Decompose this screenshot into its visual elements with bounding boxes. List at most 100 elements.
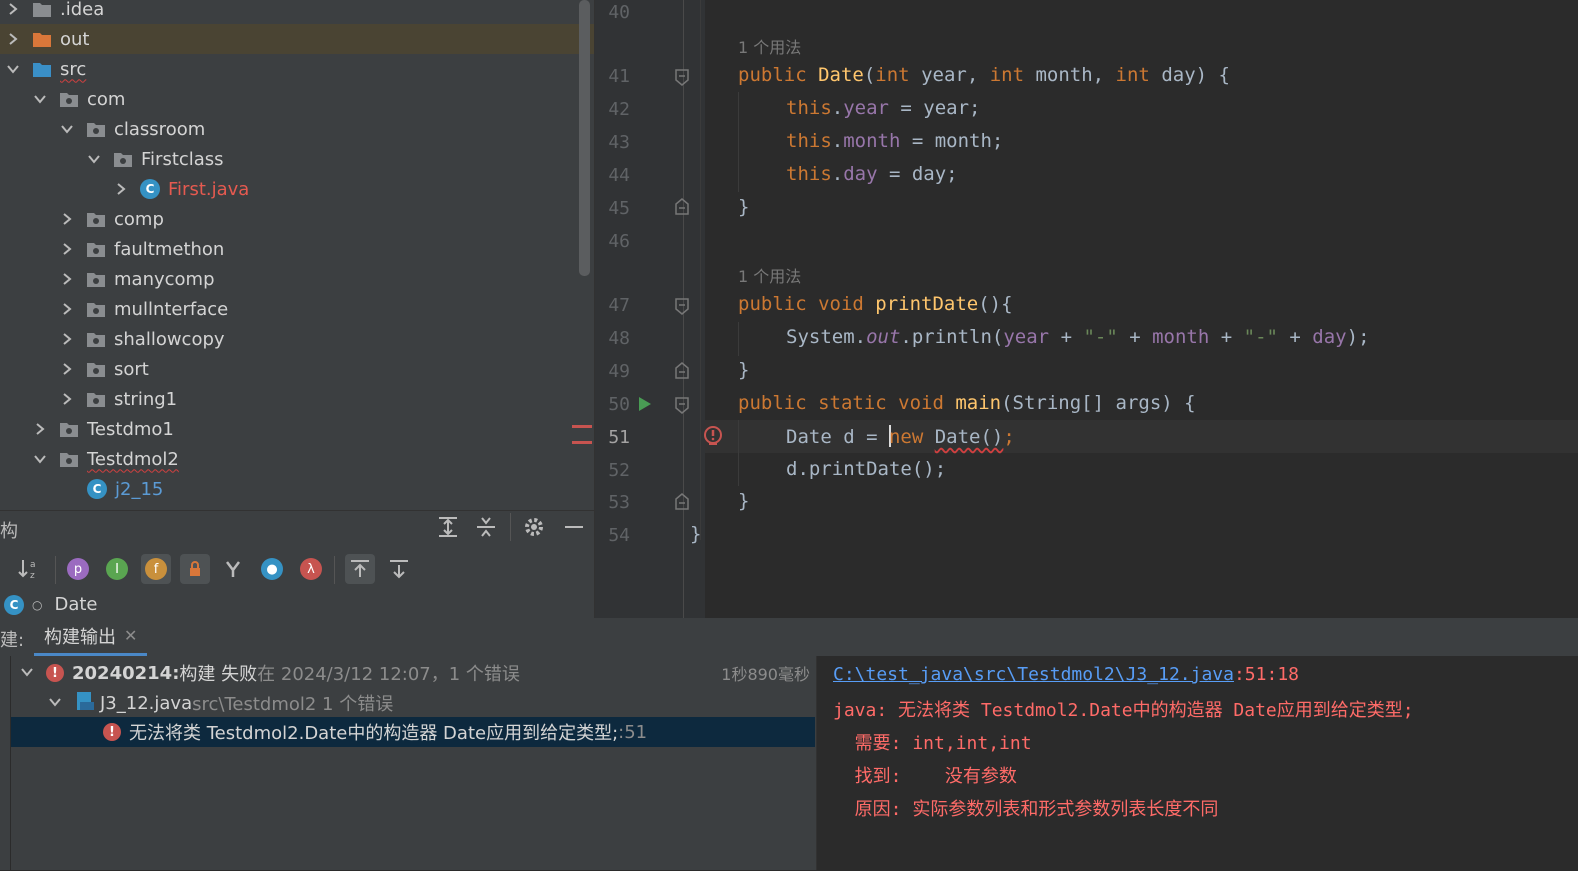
tree-item-j2-15[interactable]: C j2_15: [0, 474, 594, 504]
build-tree: ! 20240214: 构建 失败 在 2024/3/12 12:07，1 个错…: [0, 656, 816, 870]
chevron-right-icon[interactable]: [33, 422, 47, 436]
build-error-row[interactable]: ! 无法将类 Testdmol2.Date中的构造器 Date应用到给定类型; …: [11, 717, 815, 747]
chevron-down-icon[interactable]: [33, 92, 47, 106]
package-icon: [59, 90, 79, 108]
tree-item-src[interactable]: src: [0, 54, 594, 84]
build-tab-prefix: 建:: [0, 630, 25, 651]
chevron-right-icon[interactable]: [6, 2, 20, 16]
tree-item-string1[interactable]: string1: [0, 384, 594, 414]
fold-icon[interactable]: [674, 68, 690, 91]
chevron-right-icon[interactable]: [114, 182, 128, 196]
usage-hint[interactable]: 1 个用法: [738, 263, 801, 287]
fold-icon[interactable]: [674, 198, 690, 221]
show-non-public-icon[interactable]: [180, 554, 210, 584]
build-output-console[interactable]: C:\test_java\src\Testdmol2\J3_12.java:51…: [816, 656, 1578, 870]
class-icon: C: [140, 179, 160, 199]
tree-item-shallowcopy[interactable]: shallowcopy: [0, 324, 594, 354]
tree-item-label: Testdmol2: [87, 448, 179, 470]
folder-icon: [32, 30, 52, 48]
tree-item-classroom[interactable]: classroom: [0, 114, 594, 144]
lambda-icon[interactable]: λ: [296, 554, 326, 584]
line-number: 49: [608, 361, 630, 382]
line-number: 41: [608, 66, 630, 87]
chevron-right-icon[interactable]: [60, 302, 74, 316]
tree-item-idea[interactable]: .idea: [0, 0, 594, 24]
tree-item-label: sort: [114, 358, 149, 380]
show-fields-icon[interactable]: f: [141, 554, 171, 584]
visibility-icon: ○: [32, 597, 43, 612]
tree-item-mullnterface[interactable]: mullnterface: [0, 294, 594, 324]
close-icon[interactable]: ✕: [124, 626, 137, 645]
chevron-down-icon[interactable]: [60, 122, 74, 136]
build-root-row[interactable]: ! 20240214: 构建 失败 在 2024/3/12 12:07，1 个错…: [20, 658, 810, 688]
source-file-link[interactable]: C:\test_java\src\Testdmol2\J3_12.java: [833, 664, 1234, 685]
chevron-down-icon[interactable]: [33, 452, 47, 466]
indent-guide: [738, 92, 739, 192]
tree-item-sort[interactable]: sort: [0, 354, 594, 384]
chevron-right-icon[interactable]: [60, 392, 74, 406]
gear-icon[interactable]: [522, 515, 546, 544]
line-number: 50: [608, 394, 630, 415]
code-line-53: }: [738, 490, 750, 512]
tree-item-label: Firstclass: [141, 148, 224, 170]
tree-item-out[interactable]: out: [0, 24, 594, 54]
package-icon: [86, 330, 106, 348]
line-number: 40: [608, 2, 630, 23]
error-marker-icon[interactable]: [703, 426, 723, 453]
show-lambdas-icon[interactable]: ●: [257, 554, 287, 584]
class-icon: C: [87, 479, 107, 499]
error-stripe[interactable]: [572, 441, 592, 444]
tree-item-label: j2_15: [115, 478, 164, 500]
tree-item-testdmo1[interactable]: Testdmo1: [0, 414, 594, 444]
chevron-down-icon[interactable]: [20, 663, 34, 684]
indent-guide: [738, 420, 739, 486]
tab-build-output[interactable]: 构建输出 ✕: [34, 618, 148, 656]
tree-item-firstclass[interactable]: Firstclass: [0, 144, 594, 174]
show-inherited-icon[interactable]: I: [102, 554, 132, 584]
tree-item-faultmethon[interactable]: faultmethon: [0, 234, 594, 264]
package-icon: [59, 420, 79, 438]
minimize-icon[interactable]: [562, 515, 586, 544]
chevron-down-icon[interactable]: [48, 693, 62, 714]
toolbar-divider: [334, 556, 335, 584]
svg-text:z: z: [30, 571, 35, 581]
build-file-row[interactable]: J3_12.java src\Testdmol2 1 个错误: [48, 688, 393, 718]
tree-scrollbar[interactable]: [579, 0, 590, 276]
usage-hint[interactable]: 1 个用法: [738, 34, 801, 58]
tree-item-first-java[interactable]: C First.java: [0, 174, 594, 204]
build-id: 20240214:: [72, 662, 180, 684]
chevron-down-icon[interactable]: [87, 152, 101, 166]
chevron-right-icon[interactable]: [60, 332, 74, 346]
chevron-right-icon[interactable]: [60, 212, 74, 226]
collapse-all-icon[interactable]: [474, 515, 498, 544]
chevron-right-icon[interactable]: [6, 32, 20, 46]
autoscroll-from-source-icon[interactable]: [384, 554, 414, 584]
fold-icon[interactable]: [674, 297, 690, 320]
tree-item-manycomp[interactable]: manycomp: [0, 264, 594, 294]
svg-text:a: a: [30, 560, 36, 570]
chevron-right-icon[interactable]: [60, 272, 74, 286]
chevron-down-icon[interactable]: [6, 62, 20, 76]
fold-icon[interactable]: [674, 396, 690, 419]
tree-item-label: com: [87, 88, 126, 110]
chevron-right-icon[interactable]: [60, 242, 74, 256]
indent-guide: [700, 0, 701, 540]
tree-item-com[interactable]: com: [0, 84, 594, 114]
run-icon[interactable]: [637, 395, 653, 418]
structure-class-label: Date: [54, 594, 98, 615]
fold-icon[interactable]: [674, 493, 690, 516]
sort-alpha-icon[interactable]: az: [15, 554, 45, 584]
line-number: 44: [608, 165, 630, 186]
show-properties-icon[interactable]: p: [63, 554, 93, 584]
chevron-right-icon[interactable]: [60, 362, 74, 376]
fold-icon[interactable]: [674, 362, 690, 385]
expand-all-icon[interactable]: [436, 515, 460, 544]
structure-root-item[interactable]: C ○ Date: [4, 594, 98, 615]
code-line-51: Date d = new Date();: [786, 425, 1015, 448]
build-error-line: :51: [618, 721, 648, 743]
tree-item-comp[interactable]: comp: [0, 204, 594, 234]
show-anonymous-icon[interactable]: [218, 554, 248, 584]
tree-item-testdmol2[interactable]: Testdmol2: [0, 444, 594, 474]
autoscroll-to-source-icon[interactable]: [345, 554, 375, 584]
error-stripe[interactable]: [572, 425, 592, 428]
